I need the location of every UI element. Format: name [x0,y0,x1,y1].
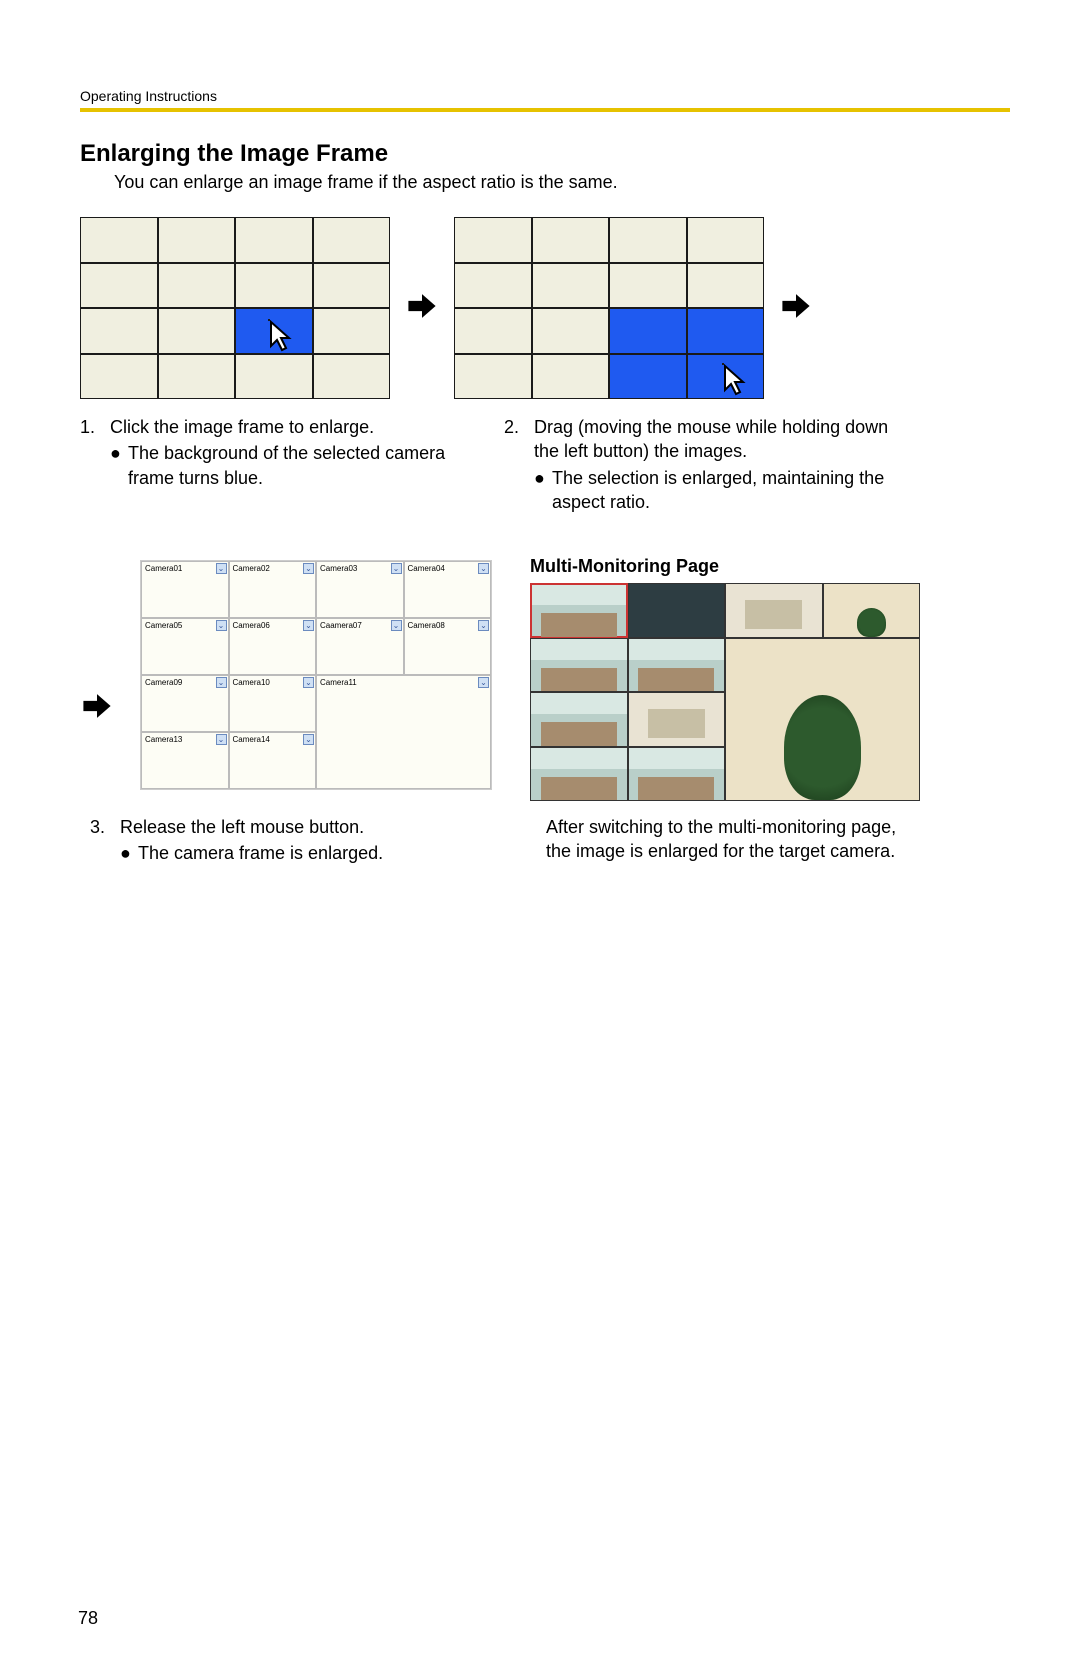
camera-thumbnail[interactable] [530,747,628,802]
camera-thumbnail[interactable] [725,583,823,638]
arrow-right-icon [779,289,813,323]
dropdown-icon[interactable]: ⌄ [303,734,314,745]
arrow-right-icon [405,289,439,323]
section-intro: You can enlarge an image frame if the as… [114,172,1010,193]
dropdown-icon[interactable]: ⌄ [478,620,489,631]
camera-thumbnail[interactable] [530,583,628,638]
camera-thumbnail[interactable] [628,692,726,747]
steps-1-2: 1. Click the image frame to enlarge. ● T… [80,415,1010,514]
bullet-text: The selection is enlarged, maintaining t… [552,466,894,515]
dropdown-icon[interactable]: ⌄ [391,563,402,574]
camera-cell[interactable]: Camera09 ⌄ [141,675,229,732]
camera-cell[interactable]: Camera02 ⌄ [229,561,317,618]
grid-after-drag [454,217,764,399]
camera-cell[interactable]: Camera03 ⌄ [316,561,404,618]
dropdown-icon[interactable]: ⌄ [303,563,314,574]
camera-thumbnail[interactable] [628,747,726,802]
step-text: Click the image frame to enlarge. [110,415,470,439]
camera-thumbnail[interactable] [628,583,726,638]
cursor-icon [269,320,295,354]
camera-cell[interactable]: Camera06 ⌄ [229,618,317,675]
camera-cell[interactable]: Camera08 ⌄ [404,618,492,675]
page-number: 78 [78,1608,98,1629]
bullet-icon: ● [120,841,138,865]
step-1: 1. Click the image frame to enlarge. ● T… [80,415,470,514]
dropdown-icon[interactable]: ⌄ [478,677,489,688]
camera-label: Camera14 [233,735,270,744]
step-text: Release the left mouse button. [120,815,480,839]
header-rule [80,108,1010,112]
camera-label: Camera05 [145,621,182,630]
camera-label: Camera04 [408,564,445,573]
camera-cell[interactable]: Camera04 ⌄ [404,561,492,618]
dropdown-icon[interactable]: ⌄ [216,734,227,745]
step-number: 3. [90,815,120,839]
camera-thumbnail[interactable] [530,638,628,693]
bullet-icon: ● [534,466,552,515]
camera-cell-enlarged[interactable]: Camera11 ⌄ [316,675,491,789]
multi-monitoring-figure: Multi-Monitoring Page [530,556,950,801]
dropdown-icon[interactable]: ⌄ [216,677,227,688]
cursor-icon [723,364,749,398]
step-4-text: After switching to the multi-monitoring … [546,815,926,866]
camera-cell[interactable]: Camera01 ⌄ [141,561,229,618]
dropdown-icon[interactable]: ⌄ [303,677,314,688]
step-2: 2. Drag (moving the mouse while holding … [504,415,894,514]
camera-cell[interactable]: Caamera07 ⌄ [316,618,404,675]
steps-3-4: 3. Release the left mouse button. ● The … [80,815,1010,866]
camera-label: Camera02 [233,564,270,573]
running-header: Operating Instructions [80,88,1010,104]
dropdown-icon[interactable]: ⌄ [303,620,314,631]
camera-label: Camera06 [233,621,270,630]
step-number: 2. [504,415,534,464]
section-title: Enlarging the Image Frame [80,140,1010,168]
dropdown-icon[interactable]: ⌄ [216,563,227,574]
camera-thumbnail[interactable] [823,583,921,638]
step-text: Drag (moving the mouse while holding dow… [534,415,894,464]
grid-before [80,217,390,399]
dropdown-icon[interactable]: ⌄ [391,620,402,631]
camera-thumbnail-enlarged[interactable] [725,638,920,802]
camera-thumbnail[interactable] [530,692,628,747]
figure-row-2: Camera01⌄ Camera02⌄ Camera03⌄ Camera04⌄ … [80,556,1010,801]
camera-cell[interactable]: Camera10 ⌄ [229,675,317,732]
dropdown-icon[interactable]: ⌄ [478,563,489,574]
camera-label: Camera01 [145,564,182,573]
step-3: 3. Release the left mouse button. ● The … [90,815,480,866]
camera-thumbnail[interactable] [628,638,726,693]
camera-label: Camera11 [320,678,357,687]
camera-label: Caamera07 [320,621,362,630]
camera-cell[interactable]: Camera13 ⌄ [141,732,229,789]
figure-row-1 [80,211,1010,401]
camera-label: Camera09 [145,678,182,687]
page: Operating Instructions Enlarging the Ima… [0,0,1080,1669]
camera-cell[interactable]: Camera14 ⌄ [229,732,317,789]
dropdown-icon[interactable]: ⌄ [216,620,227,631]
camera-label: Camera13 [145,735,182,744]
arrow-right-icon [80,689,114,723]
camera-label: Camera08 [408,621,445,630]
camera-label: Camera10 [233,678,270,687]
bullet-text: The background of the selected camera fr… [128,441,470,490]
bullet-icon: ● [110,441,128,490]
camera-cell[interactable]: Camera05 ⌄ [141,618,229,675]
multi-monitoring-preview [530,583,920,801]
multi-monitoring-heading: Multi-Monitoring Page [530,556,950,577]
bullet-text: The camera frame is enlarged. [138,841,480,865]
step-number: 1. [80,415,110,439]
camera-label: Camera03 [320,564,357,573]
camera-layout-grid: Camera01⌄ Camera02⌄ Camera03⌄ Camera04⌄ … [140,560,492,790]
